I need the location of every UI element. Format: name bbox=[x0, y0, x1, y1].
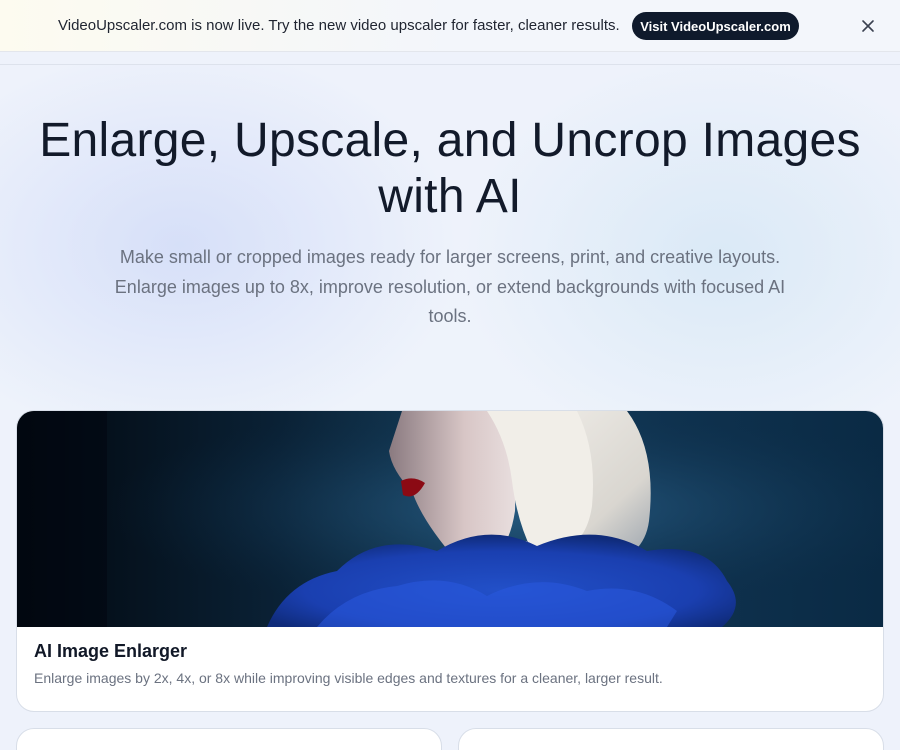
page-title: Enlarge, Upscale, and Uncrop Images with… bbox=[0, 113, 900, 225]
feature-card-3[interactable] bbox=[458, 728, 884, 750]
announcement-banner: VideoUpscaler.com is now live. Try the n… bbox=[0, 0, 900, 52]
visit-videoupscaler-button[interactable]: Visit VideoUpscaler.com bbox=[632, 12, 799, 40]
card-title: AI Image Enlarger bbox=[34, 641, 188, 661]
banner-text: VideoUpscaler.com is now live. Try the n… bbox=[58, 17, 620, 34]
close-icon bbox=[862, 20, 874, 32]
feature-card-2[interactable] bbox=[16, 728, 442, 750]
card-image bbox=[17, 411, 883, 627]
page-title-text: Enlarge, Upscale, and Uncrop Images with… bbox=[39, 114, 861, 223]
hero-subtitle: Make small or cropped images ready for l… bbox=[114, 247, 786, 326]
banner-close-button[interactable] bbox=[856, 15, 880, 37]
hero-section: Enlarge, Upscale, and Uncrop Images with… bbox=[0, 65, 900, 410]
card-description: Enlarge images by 2x, 4x, or 8x while im… bbox=[34, 670, 663, 686]
feature-card-ai-image-enlarger[interactable]: AI Image Enlarger Enlarge images by 2x, … bbox=[16, 410, 884, 712]
